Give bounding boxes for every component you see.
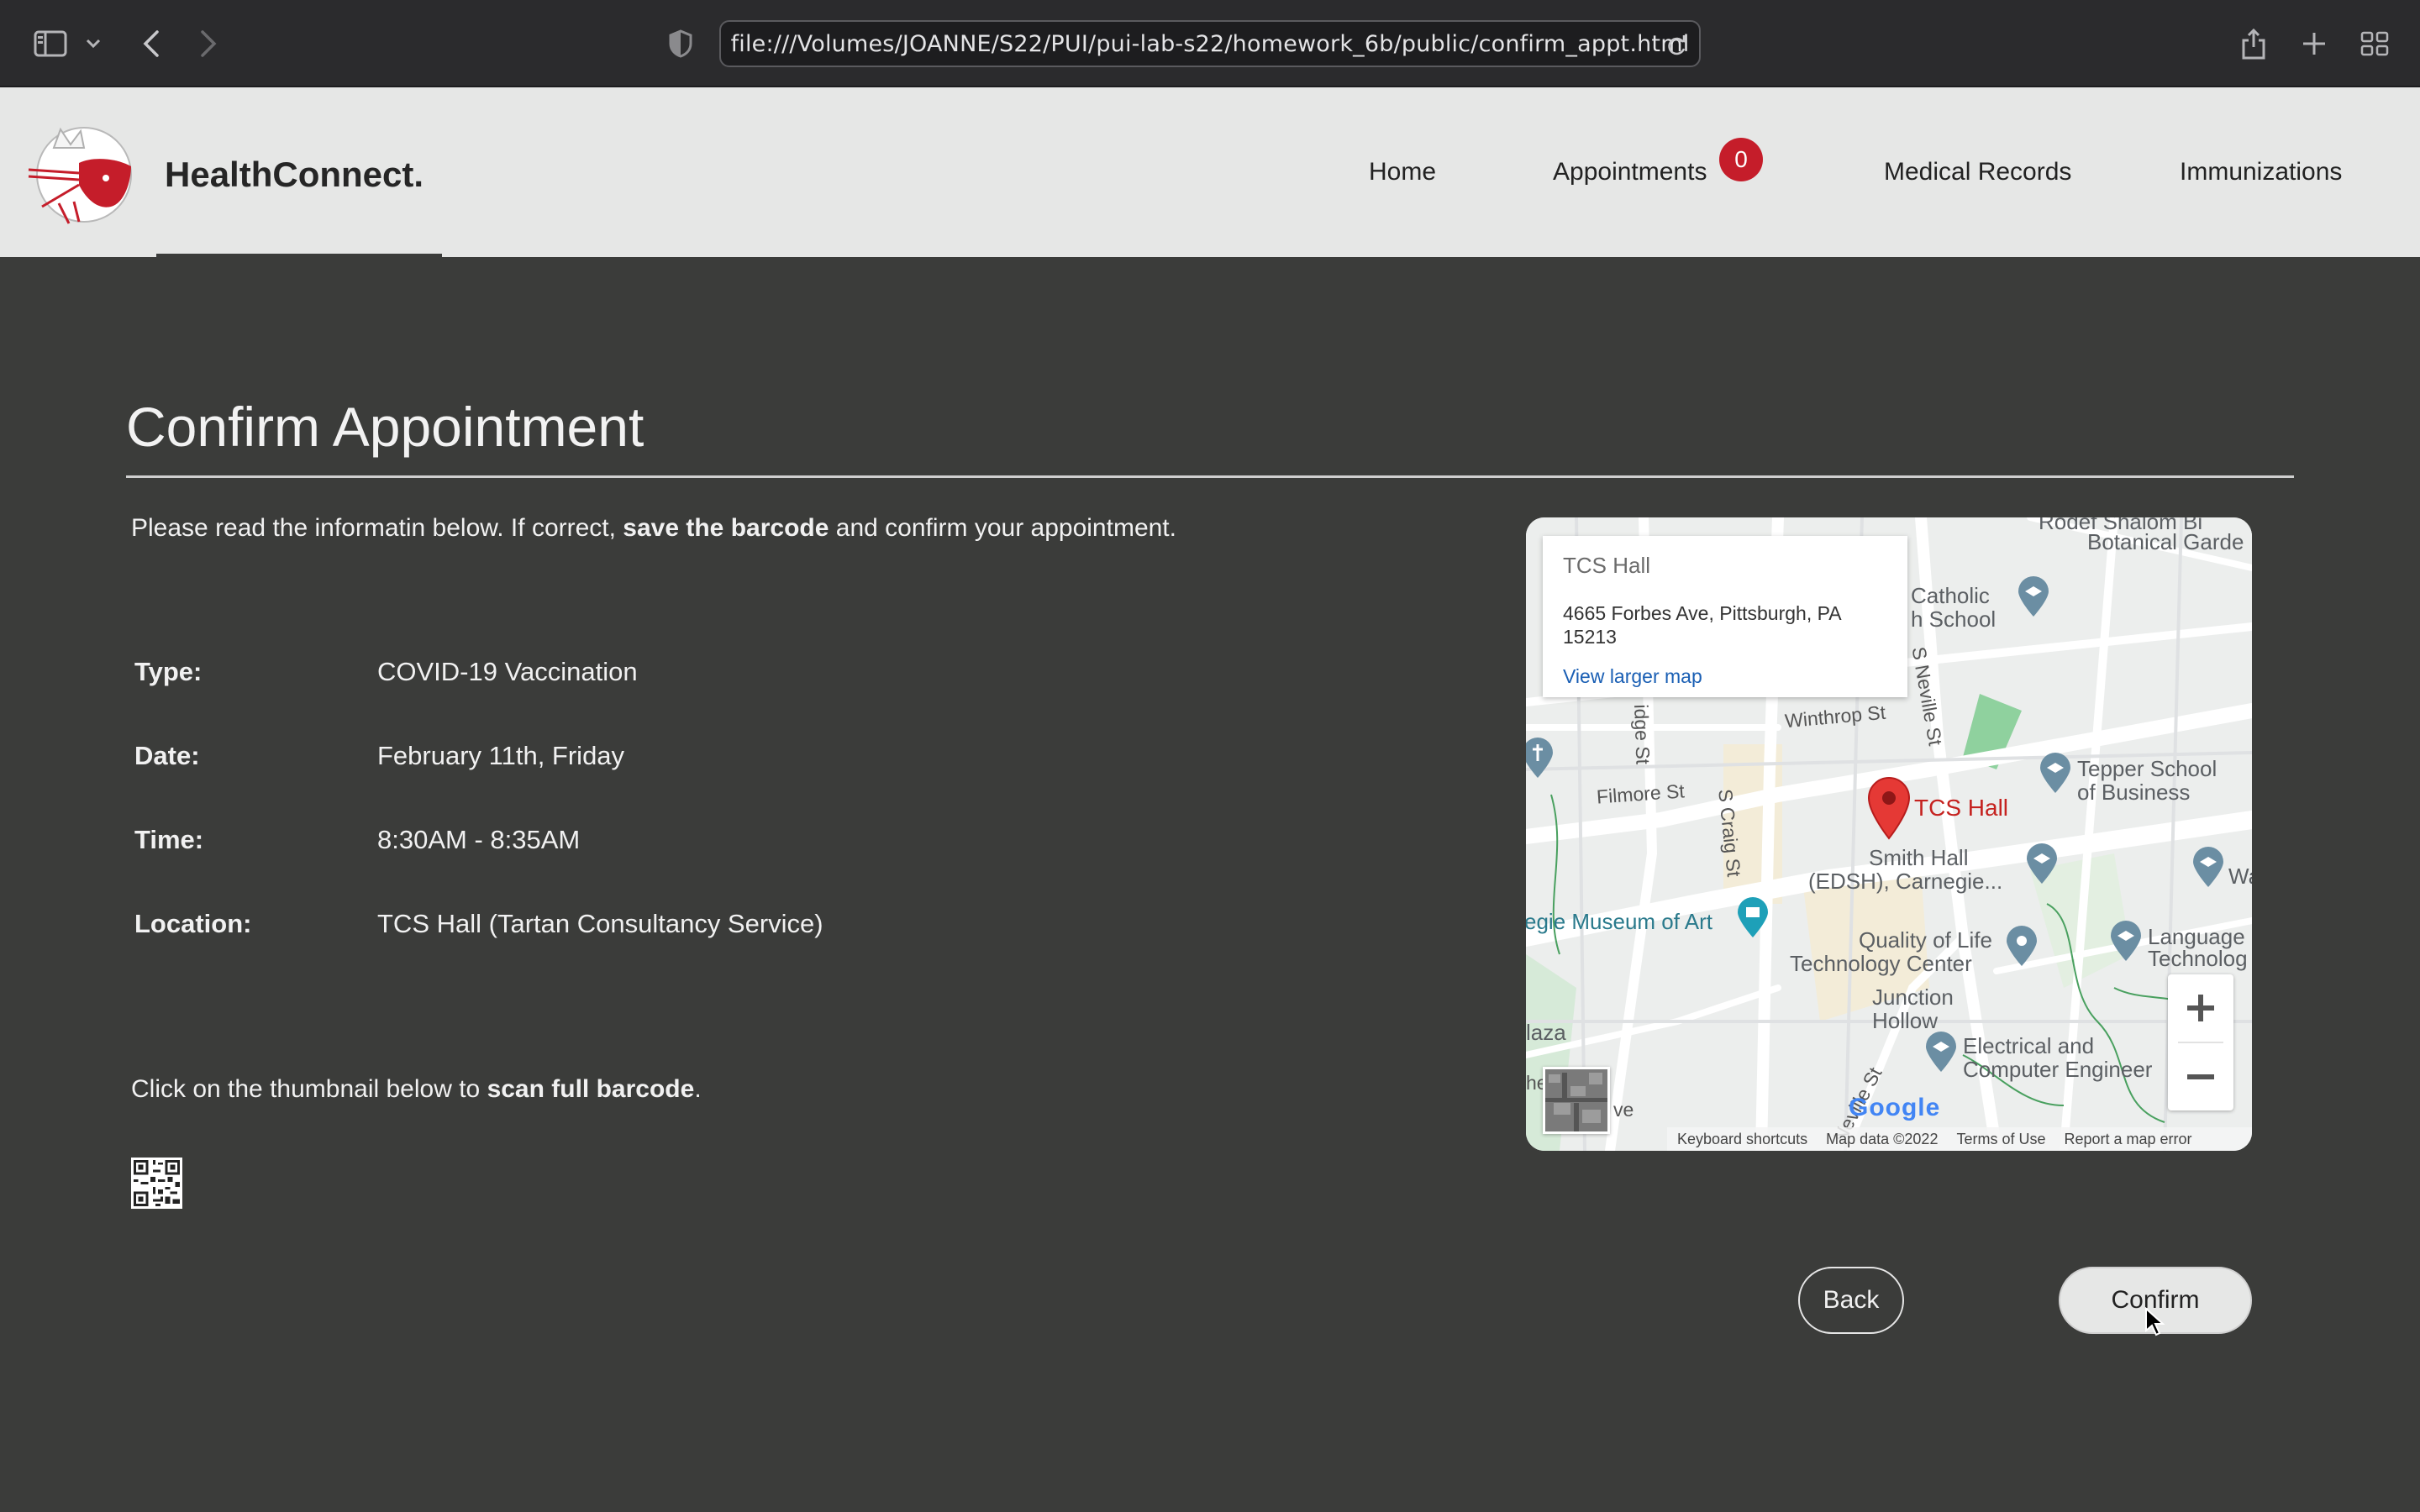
site-header: HealthConnect. Home Appointments 0 Medic… <box>0 87 2420 257</box>
nav-appointments[interactable]: Appointments <box>1553 158 1707 186</box>
minus-icon <box>2187 1074 2214 1079</box>
back-button[interactable]: Back <box>1798 1267 1904 1334</box>
brand-name[interactable]: HealthConnect. <box>165 155 424 195</box>
map-info-title: TCS Hall <box>1563 553 1651 578</box>
qol-label-2: Technology Center <box>1790 951 1972 976</box>
scan-suffix: . <box>694 1075 702 1103</box>
smith-hall-label-1: Smith Hall <box>1869 845 1969 870</box>
satellite-view-toggle[interactable] <box>1543 1067 1610 1134</box>
tepper-label-2: of Business <box>2077 780 2191 805</box>
browser-toolbar: file:///Volumes/JOANNE/S22/PUI/pui-lab-s… <box>0 0 2420 87</box>
museum-pin-icon[interactable] <box>1736 897 1770 939</box>
church-pin-icon[interactable] <box>1526 738 1555 780</box>
view-larger-map-link[interactable]: View larger map <box>1563 665 1702 688</box>
page-title: Confirm Appointment <box>126 396 644 458</box>
catholic-label-1: Catholic <box>1911 583 1990 608</box>
museum-label: egie Museum of Art <box>1526 909 1712 934</box>
tab-overview-icon[interactable] <box>2349 18 2400 69</box>
barcode-thumbnail[interactable] <box>131 1158 182 1209</box>
scan-bold: scan full barcode <box>487 1075 695 1103</box>
intro-bold: save the barcode <box>623 514 829 542</box>
scan-instruction: Click on the thumbnail below to scan ful… <box>131 1075 702 1104</box>
reload-icon[interactable] <box>1665 34 1687 57</box>
mouse-cursor-icon <box>2145 1307 2165 1336</box>
junction-label-2: Hollow <box>1872 1008 1939 1033</box>
qol-label-1: Quality of Life <box>1859 927 1992 953</box>
report-map-error-link[interactable]: Report a map error <box>2064 1131 2191 1148</box>
map-data-text: Map data ©2022 <box>1826 1130 1939 1147</box>
address-bar[interactable]: file:///Volumes/JOANNE/S22/PUI/pui-lab-s… <box>719 20 1701 67</box>
smith-hall-pin-icon[interactable] <box>2025 843 2059 885</box>
plaza-label: laza <box>1526 1020 1566 1045</box>
language-technologies-pin-icon[interactable] <box>2109 921 2143 963</box>
location-marker-icon[interactable] <box>1865 776 1912 840</box>
time-value: 8:30AM - 8:35AM <box>377 825 581 854</box>
map-info-address: 4665 Forbes Ave, Pittsburgh, PA 15213 <box>1563 602 1841 648</box>
type-value: COVID-19 Vaccination <box>377 657 638 686</box>
quality-of-life-pin-icon[interactable] <box>2005 926 2039 968</box>
intro-suffix: and confirm your appointment. <box>829 514 1176 542</box>
school-pin-icon[interactable] <box>2017 576 2050 618</box>
forward-arrow-icon[interactable] <box>183 18 234 69</box>
nav-home[interactable]: Home <box>1369 158 1436 186</box>
location-label: Location: <box>134 909 252 938</box>
intro-prefix: Please read the informatin below. If cor… <box>131 514 623 542</box>
google-logo: Google <box>1849 1094 1940 1122</box>
map-zoom-controls <box>2168 974 2233 1110</box>
new-tab-icon[interactable] <box>2289 18 2339 69</box>
ve-street-label: ve <box>1613 1099 1634 1121</box>
nav-medical-records[interactable]: Medical Records <box>1884 158 2071 186</box>
map-attribution: Keyboard shortcuts Map data ©2022 Terms … <box>1667 1127 2252 1151</box>
ece-label-1: Electrical and <box>1963 1033 2095 1058</box>
sidebar-toggle-icon[interactable] <box>25 18 76 69</box>
time-label: Time: <box>134 825 204 854</box>
google-logo-text: Google <box>1849 1094 1941 1121</box>
logo[interactable] <box>25 123 138 227</box>
ece-pin-icon[interactable] <box>1924 1032 1958 1074</box>
date-label: Date: <box>134 741 200 770</box>
map-info-card: TCS Hall 4665 Forbes Ave, Pittsburgh, PA… <box>1543 536 1907 697</box>
smith-hall-label-2: (EDSH), Carnegie... <box>1808 869 2003 894</box>
tepper-label-1: Tepper School <box>2077 756 2217 781</box>
wa-pin-icon[interactable] <box>2191 847 2225 889</box>
junction-label-1: Junction <box>1872 984 1954 1010</box>
back-arrow-icon[interactable] <box>126 18 176 69</box>
title-divider <box>126 475 2294 478</box>
nav-immunizations[interactable]: Immunizations <box>2180 158 2342 186</box>
tepper-school-pin-icon[interactable] <box>2039 753 2072 795</box>
share-icon[interactable] <box>2228 18 2279 69</box>
brand-underline <box>156 254 442 257</box>
zoom-in-button[interactable] <box>2168 974 2233 1042</box>
privacy-shield-icon[interactable] <box>655 18 706 69</box>
intro-text: Please read the informatin below. If cor… <box>131 514 1176 543</box>
ece-label-2: Computer Engineer <box>1963 1057 2153 1082</box>
wa-label: Wa <box>2228 864 2252 889</box>
botanical-label-2: Botanical Garde <box>2087 529 2244 554</box>
scan-prefix: Click on the thumbnail below to <box>131 1075 487 1103</box>
catholic-label-2: h School <box>1911 606 1996 632</box>
keyboard-shortcuts-link[interactable]: Keyboard shortcuts <box>1677 1131 1807 1148</box>
url-text: file:///Volumes/JOANNE/S22/PUI/pui-lab-s… <box>730 30 1690 57</box>
appointments-count-badge: 0 <box>1719 138 1763 181</box>
zoom-out-button[interactable] <box>2168 1043 2233 1110</box>
location-map[interactable]: TCS Hall Rodef Shalom Bi Botanical Garde… <box>1526 517 2252 1151</box>
chevron-down-icon[interactable] <box>72 18 114 69</box>
date-value: February 11th, Friday <box>377 741 625 770</box>
plus-icon <box>2187 995 2214 1021</box>
location-value: TCS Hall (Tartan Consultancy Service) <box>377 909 823 938</box>
type-label: Type: <box>134 657 203 686</box>
bridge-street-label: idge St <box>1630 704 1655 765</box>
marker-label: TCS Hall <box>1914 795 2009 821</box>
language-label-2: Technolog <box>2148 946 2248 971</box>
terms-of-use-link[interactable]: Terms of Use <box>1956 1131 2045 1148</box>
